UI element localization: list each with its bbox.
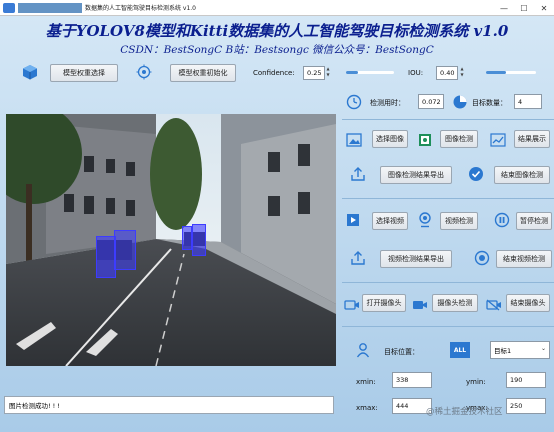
confidence-label: Confidence: — [253, 69, 295, 77]
iou-slider-fill — [486, 71, 506, 74]
detection-box — [182, 226, 192, 250]
stop-circle-icon — [474, 250, 490, 266]
confidence-slider[interactable] — [346, 71, 394, 74]
iou-input[interactable]: 0.40 — [436, 66, 458, 80]
location-person-icon — [356, 342, 370, 358]
select-weights-button[interactable]: 模型权重选择 — [50, 64, 118, 82]
pause-detection-button[interactable]: 暂停检测 — [516, 212, 552, 230]
minimize-button[interactable]: — — [494, 0, 514, 16]
chart-line-icon — [490, 132, 506, 147]
image-detect-button[interactable]: 图像检测 — [440, 130, 478, 148]
divider — [342, 119, 554, 120]
divider — [342, 282, 554, 283]
divider — [342, 198, 554, 199]
watermark: @稀土掘金技术社区 — [426, 407, 503, 417]
clock-icon — [346, 94, 362, 110]
window-controls: — ☐ ✕ — [494, 0, 554, 16]
upload-icon — [350, 250, 366, 265]
pause-icon — [494, 212, 510, 228]
iou-slider[interactable] — [486, 71, 536, 74]
title-redaction — [18, 3, 82, 13]
detection-view — [6, 114, 336, 366]
image-icon — [346, 132, 362, 147]
status-text: 图片检测成功! ! ! — [9, 402, 60, 410]
page-title: 基于YOLOV8模型和Kitti数据集的人工智能驾驶目标检测系统 v1.0 — [45, 22, 509, 40]
camera-icon — [344, 296, 360, 310]
iou-spinner[interactable]: ▲ ▼ — [459, 66, 465, 80]
confidence-spinner[interactable]: ▲ ▼ — [325, 66, 331, 80]
count-label: 目标数量： — [472, 99, 507, 107]
export-image-results-button[interactable]: 图像检测结果导出 — [380, 166, 452, 184]
close-camera-button[interactable]: 结束摄像头 — [506, 294, 550, 312]
all-badge-icon: ALL — [450, 342, 470, 358]
page-subtitle: CSDN：BestSongC B站：Bestsongc 微信公众号：BestSo… — [120, 44, 434, 56]
window-title: 数据集的人工智能驾驶目标检测系统 v1.0 — [85, 5, 197, 12]
confidence-slider-fill — [346, 71, 358, 74]
pie-chart-icon — [452, 94, 468, 110]
xmin-label: xmin: — [356, 378, 376, 386]
video-camera-icon — [412, 296, 428, 309]
check-circle-icon — [468, 166, 484, 182]
window-titlebar: 数据集的人工智能驾驶目标检测系统 v1.0 — ☐ ✕ — [0, 0, 554, 16]
select-video-button[interactable]: 选择视频 — [372, 212, 408, 230]
video-detect-button[interactable]: 视频检测 — [440, 212, 478, 230]
detection-box — [114, 230, 136, 270]
target-select-value: 目标1 — [494, 347, 512, 355]
close-button[interactable]: ✕ — [534, 0, 554, 16]
camera-detect-button[interactable]: 摄像头检测 — [432, 294, 478, 312]
webcam-icon — [418, 212, 432, 228]
ymax-field: 250 — [506, 398, 546, 414]
export-video-results-button[interactable]: 视频检测结果导出 — [380, 250, 452, 268]
init-weights-button[interactable]: 模型权重初始化 — [170, 64, 236, 82]
image-detect-icon — [418, 132, 432, 146]
detection-box — [192, 224, 206, 256]
end-video-detection-button[interactable]: 结束视频检测 — [496, 250, 552, 268]
ymin-label: ymin: — [466, 378, 486, 386]
time-value-field: 0.072 — [418, 94, 444, 109]
target-select[interactable]: 目标1 ⌄ — [490, 341, 550, 359]
end-image-detection-button[interactable]: 结束图像检测 — [494, 166, 550, 184]
time-label: 检测用时： — [370, 99, 405, 107]
cube-icon — [22, 64, 38, 80]
camera-off-icon — [486, 296, 502, 311]
street-scene-image — [6, 114, 336, 366]
iou-label: IOU: — [408, 69, 424, 77]
xmax-label: xmax: — [356, 404, 378, 412]
open-camera-button[interactable]: 打开摄像头 — [362, 294, 406, 312]
xmin-field: 338 — [392, 372, 432, 388]
position-label: 目标位置： — [384, 348, 419, 356]
app-icon — [3, 2, 15, 13]
ymin-field: 190 — [506, 372, 546, 388]
status-bar: 图片检测成功! ! ! — [4, 396, 334, 414]
confidence-input[interactable]: 0.25 — [303, 66, 325, 80]
maximize-button[interactable]: ☐ — [514, 0, 534, 16]
video-file-icon — [346, 212, 360, 226]
target-gear-icon — [136, 64, 152, 80]
select-image-button[interactable]: 选择图像 — [372, 130, 408, 148]
divider — [342, 326, 554, 327]
show-results-button[interactable]: 结果展示 — [514, 130, 550, 148]
upload-icon — [350, 166, 366, 181]
chevron-down-icon: ⌄ — [540, 345, 546, 352]
detection-box — [96, 236, 116, 278]
count-value-field: 4 — [514, 94, 542, 109]
